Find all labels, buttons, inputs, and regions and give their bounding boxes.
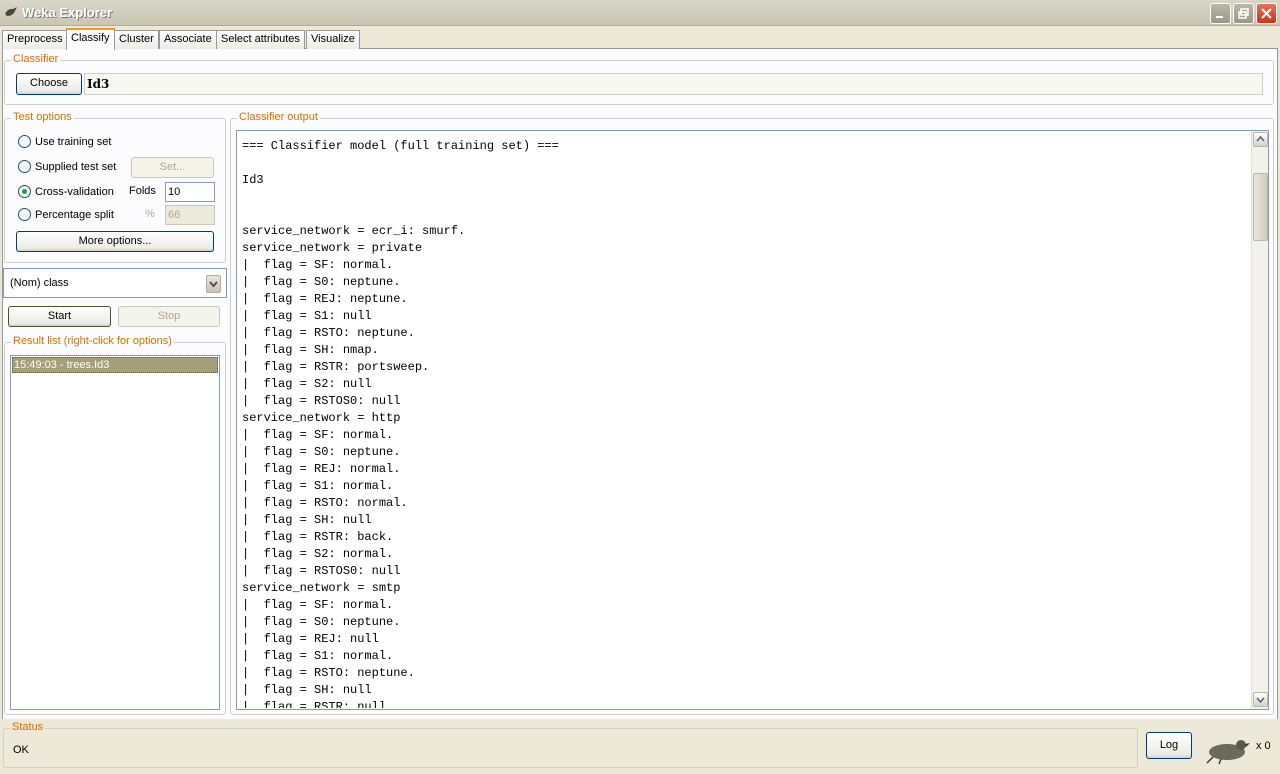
folds-input[interactable]: 10: [165, 182, 215, 202]
close-button[interactable]: [1256, 3, 1277, 24]
chevron-down-icon: [209, 281, 218, 288]
output-line: | flag = SH: null: [242, 513, 372, 527]
tab-classify[interactable]: Classify: [66, 28, 115, 50]
arrow-down-icon: [1256, 697, 1265, 704]
minimize-icon: [1216, 16, 1223, 18]
output-line: | flag = RSTOS0: null: [242, 564, 401, 578]
close-icon: [1261, 8, 1272, 19]
use-training-set-label: Use training set: [35, 136, 112, 148]
output-line: | flag = S2: null: [242, 377, 372, 391]
output-line: | flag = S2: normal.: [242, 547, 394, 561]
folds-label: Folds: [129, 185, 156, 197]
classifier-output-area[interactable]: === Classifier model (full training set)…: [236, 130, 1269, 710]
cross-validation-label: Cross-validation: [35, 186, 114, 198]
output-line: service_network = http: [242, 411, 401, 425]
output-line: service_network = private: [242, 241, 423, 255]
tab-preprocess[interactable]: Preprocess: [2, 30, 68, 49]
output-line: | flag = RSTOS0: null: [242, 394, 401, 408]
output-line: | flag = SH: nmap.: [242, 343, 379, 357]
scroll-up-button[interactable]: [1253, 132, 1268, 147]
classifier-output-text[interactable]: === Classifier model (full training set)…: [242, 138, 1247, 708]
status-text: OK: [13, 744, 29, 756]
use-training-set-option[interactable]: Use training set: [18, 133, 111, 151]
tab-select-attributes[interactable]: Select attributes: [216, 30, 305, 49]
output-line: | flag = RSTO: neptune.: [242, 666, 415, 680]
radio-use-training-set[interactable]: [18, 134, 31, 148]
supplied-test-set-label: Supplied test set: [35, 161, 117, 173]
output-line: | flag = RSTR: back.: [242, 530, 394, 544]
test-options-legend: Test options: [11, 111, 74, 123]
choose-button[interactable]: Choose: [16, 73, 82, 95]
more-options-button[interactable]: More options...: [16, 231, 214, 252]
result-list-legend: Result list (right-click for options): [11, 335, 174, 347]
result-list[interactable]: 15:49:03 - trees.Id3: [10, 355, 220, 710]
output-line: | flag = RSTO: neptune.: [242, 326, 415, 340]
output-line: | flag = RSTR: portsweep.: [242, 360, 430, 374]
classifier-name-field[interactable]: Id3: [84, 73, 1263, 95]
output-line: service_network = smtp: [242, 581, 401, 595]
output-line: | flag = SF: normal.: [242, 258, 394, 272]
percentage-split-label: Percentage split: [35, 209, 114, 221]
output-line: service_network = ecr_i: smurf.: [242, 224, 466, 238]
cross-validation-option[interactable]: Cross-validation: [18, 183, 114, 201]
bottom-strip: [0, 770, 1280, 774]
class-select-value: (Nom) class: [10, 277, 69, 289]
output-line: | flag = S0: neptune.: [242, 275, 401, 289]
restore-button[interactable]: [1233, 3, 1254, 24]
percent-label: %: [145, 208, 155, 220]
output-scrollbar[interactable]: [1251, 131, 1268, 709]
tab-associate[interactable]: Associate: [159, 30, 217, 49]
output-line: === Classifier model (full training set)…: [242, 139, 559, 153]
stop-button[interactable]: Stop: [118, 306, 220, 327]
output-line: | flag = RSTR: null: [242, 700, 387, 708]
arrow-up-icon: [1256, 135, 1265, 142]
output-line: | flag = S1: null: [242, 309, 372, 323]
task-count: x 0: [1256, 740, 1271, 752]
radio-percentage-split[interactable]: [18, 207, 31, 221]
supplied-test-set-option[interactable]: Supplied test set: [18, 158, 116, 176]
output-line: | flag = RSTO: normal.: [242, 496, 408, 510]
window-title: Weka Explorer: [22, 5, 113, 20]
scroll-down-button[interactable]: [1253, 692, 1268, 707]
scroll-thumb[interactable]: [1253, 173, 1268, 241]
tab-visualize[interactable]: Visualize: [306, 30, 360, 49]
output-line: | flag = REJ: normal.: [242, 462, 401, 476]
weka-bird-icon: [5, 7, 17, 16]
status-group: Status OK: [3, 721, 1138, 768]
radio-cross-validation[interactable]: [18, 184, 31, 198]
output-line: | flag = S1: normal.: [242, 649, 394, 663]
status-legend: Status: [10, 721, 46, 733]
result-list-item[interactable]: 15:49:03 - trees.Id3: [12, 357, 218, 373]
weka-bird-status-icon: [1206, 740, 1250, 765]
output-line: | flag = S0: neptune.: [242, 615, 401, 629]
start-button[interactable]: Start: [8, 306, 111, 327]
dropdown-arrow-button[interactable]: [206, 275, 221, 293]
output-line: | flag = S0: neptune.: [242, 445, 401, 459]
output-line: | flag = SH: null: [242, 683, 372, 697]
output-line: | flag = REJ: neptune.: [242, 292, 408, 306]
classifier-output-legend: Classifier output: [237, 111, 320, 123]
percentage-split-option[interactable]: Percentage split: [18, 206, 114, 224]
output-line: | flag = SF: normal.: [242, 598, 394, 612]
set-test-set-button[interactable]: Set...: [131, 157, 214, 178]
radio-supplied-test-set[interactable]: [18, 159, 31, 173]
title-bar: Weka Explorer: [0, 0, 1280, 26]
classifier-legend: Classifier: [11, 53, 61, 65]
percent-input[interactable]: 66: [165, 205, 215, 225]
restore-icon: [1238, 8, 1249, 19]
log-button[interactable]: Log: [1146, 732, 1192, 759]
minimize-button[interactable]: [1210, 3, 1231, 24]
tab-cluster[interactable]: Cluster: [114, 30, 159, 49]
class-select[interactable]: (Nom) class: [3, 268, 227, 298]
output-line: | flag = SF: normal.: [242, 428, 394, 442]
output-line: Id3: [242, 173, 264, 187]
output-line: | flag = REJ: null: [242, 632, 379, 646]
output-line: | flag = S1: normal.: [242, 479, 394, 493]
